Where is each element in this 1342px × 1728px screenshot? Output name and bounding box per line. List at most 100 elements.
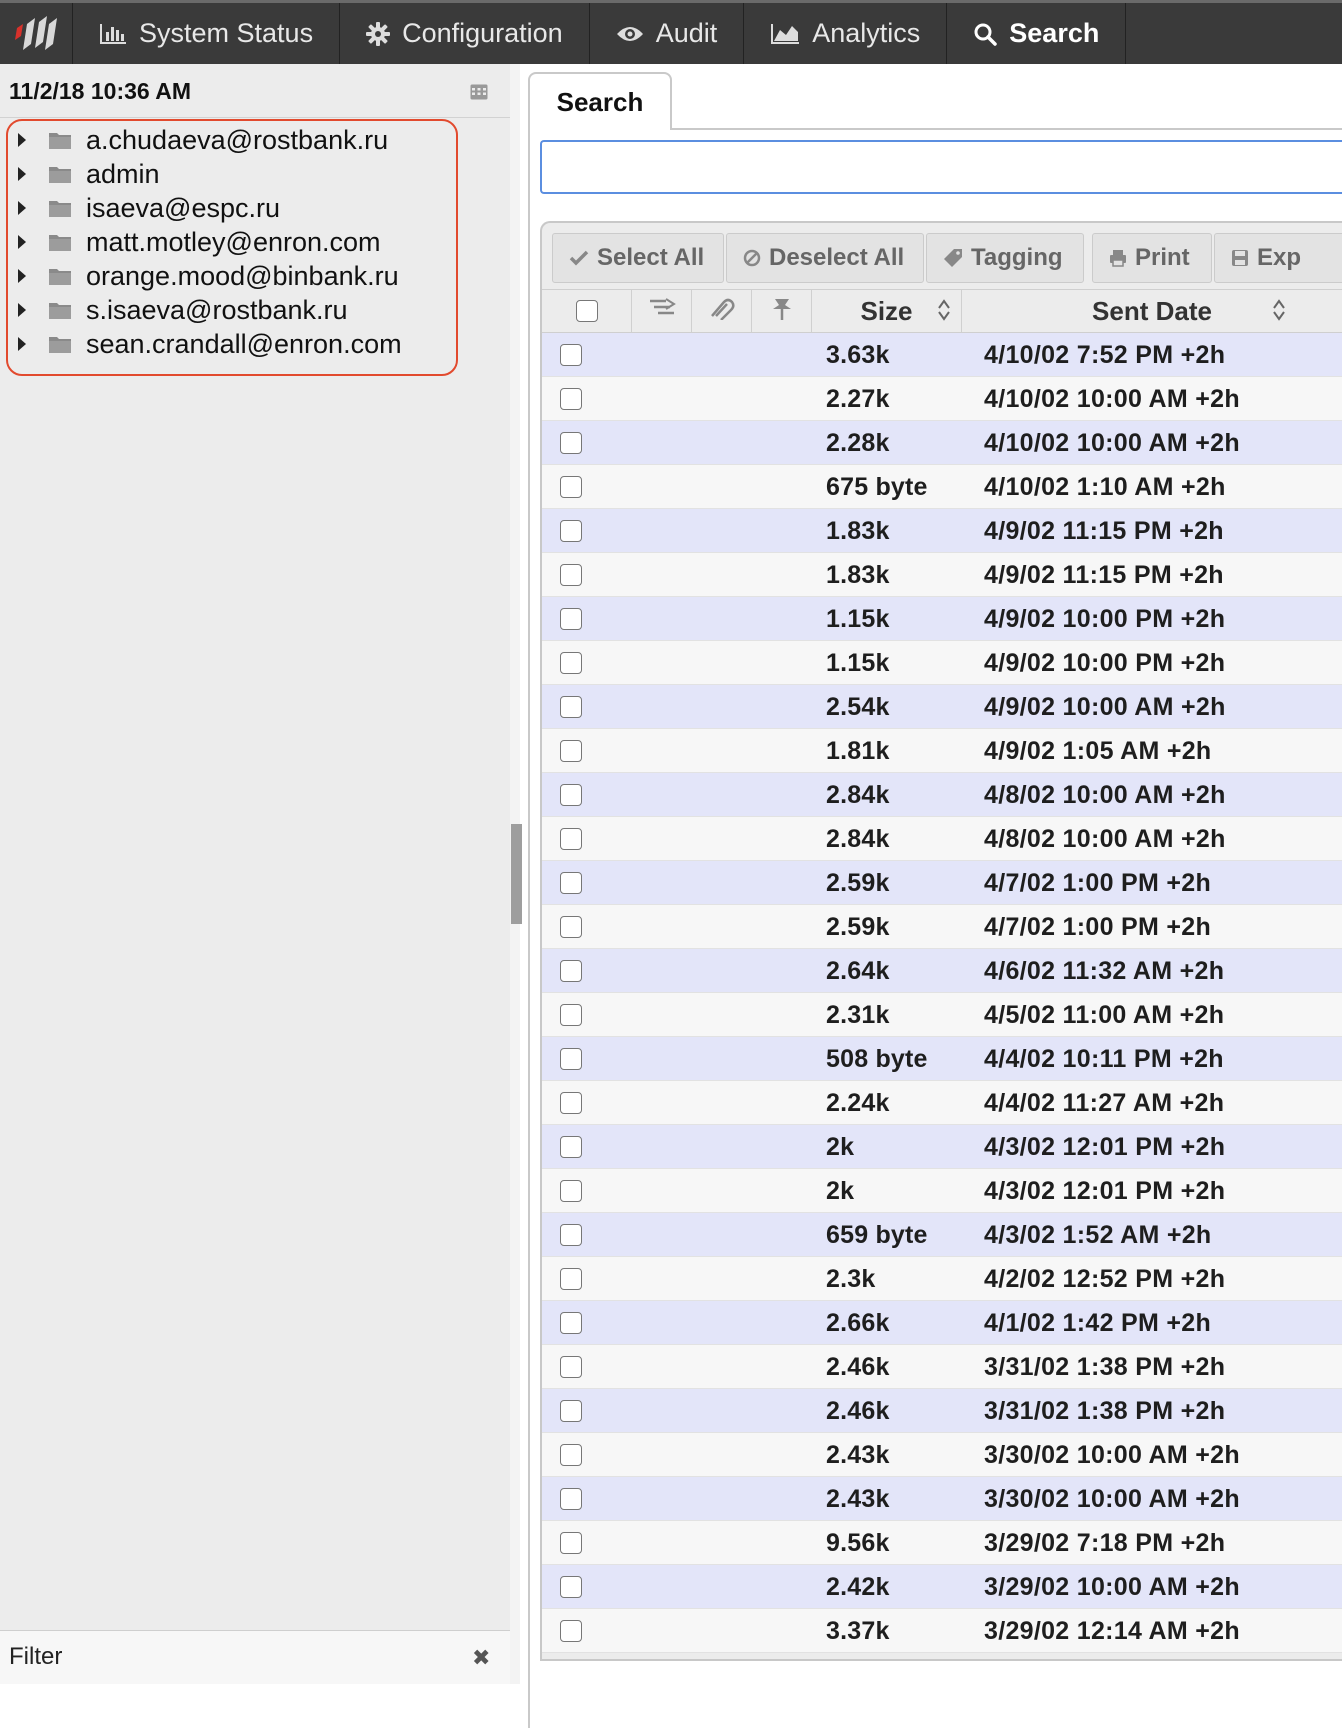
row-checkbox[interactable]	[560, 740, 582, 762]
tree-item[interactable]: s.isaeva@rostbank.ru	[8, 292, 458, 328]
table-row[interactable]: 2.84k 4/8/02 10:00 AM +2h	[542, 817, 1342, 861]
row-checkbox[interactable]	[560, 1312, 582, 1334]
sort-icon[interactable]	[937, 298, 951, 322]
nav-configuration[interactable]: Configuration	[340, 3, 590, 64]
expand-caret-icon[interactable]	[18, 133, 26, 147]
row-checkbox[interactable]	[560, 476, 582, 498]
calendar-icon[interactable]	[470, 84, 488, 105]
row-checkbox[interactable]	[560, 1400, 582, 1422]
row-checkbox[interactable]	[560, 1356, 582, 1378]
splitter-handle[interactable]	[511, 824, 522, 924]
table-row[interactable]: 2.84k 4/8/02 10:00 AM +2h	[542, 773, 1342, 817]
tree-item[interactable]: orange.mood@binbank.ru	[8, 258, 458, 294]
expand-caret-icon[interactable]	[18, 303, 26, 317]
row-checkbox[interactable]	[560, 1004, 582, 1026]
row-checkbox[interactable]	[560, 432, 582, 454]
row-checkbox[interactable]	[560, 388, 582, 410]
row-checkbox[interactable]	[560, 520, 582, 542]
tree-item[interactable]: matt.motley@enron.com	[8, 224, 458, 260]
header-priority-col[interactable]	[632, 290, 692, 332]
table-row[interactable]: 2.59k 4/7/02 1:00 PM +2h	[542, 861, 1342, 905]
row-checkbox[interactable]	[560, 1488, 582, 1510]
nav-analytics[interactable]: Analytics	[744, 3, 948, 64]
clear-filter-icon[interactable]: ✖	[472, 1645, 490, 1671]
table-row[interactable]: 2.42k 3/29/02 10:00 AM +2h	[542, 1565, 1342, 1609]
row-checkbox[interactable]	[560, 916, 582, 938]
sent-date-cell: 4/10/02 10:00 AM +2h	[984, 429, 1240, 457]
deselect-all-button[interactable]: Deselect All	[726, 233, 924, 283]
expand-caret-icon[interactable]	[18, 201, 26, 215]
tagging-button[interactable]: Tagging	[926, 233, 1084, 283]
row-checkbox[interactable]	[560, 784, 582, 806]
nav-search[interactable]: Search	[947, 3, 1127, 64]
select-all-checkbox[interactable]	[575, 300, 598, 322]
table-row[interactable]: 2.27k 4/10/02 10:00 AM +2h	[542, 377, 1342, 421]
export-button[interactable]: Exp	[1214, 233, 1342, 283]
header-flag-col[interactable]	[752, 290, 812, 332]
tab-search[interactable]: Search	[528, 72, 672, 130]
nav-audit[interactable]: Audit	[590, 3, 745, 64]
table-row[interactable]: 2.59k 4/7/02 1:00 PM +2h	[542, 905, 1342, 949]
row-checkbox[interactable]	[560, 1444, 582, 1466]
app-logo[interactable]	[0, 3, 73, 64]
header-attachment-col[interactable]	[692, 290, 752, 332]
header-sent-date[interactable]: Sent Date	[962, 290, 1342, 332]
row-checkbox[interactable]	[560, 1532, 582, 1554]
row-checkbox[interactable]	[560, 652, 582, 674]
row-checkbox[interactable]	[560, 828, 582, 850]
header-size[interactable]: Size	[812, 290, 962, 332]
tree-item[interactable]: isaeva@espc.ru	[8, 190, 458, 226]
table-row[interactable]: 2.3k 4/2/02 12:52 PM +2h	[542, 1257, 1342, 1301]
row-checkbox[interactable]	[560, 344, 582, 366]
row-checkbox[interactable]	[560, 1620, 582, 1642]
table-row[interactable]: 1.15k 4/9/02 10:00 PM +2h	[542, 597, 1342, 641]
tree-item[interactable]: admin	[8, 156, 458, 192]
table-row[interactable]: 659 byte 4/3/02 1:52 AM +2h	[542, 1213, 1342, 1257]
tree-item[interactable]: a.chudaeva@rostbank.ru	[8, 122, 458, 158]
tree-item[interactable]: sean.crandall@enron.com	[8, 326, 458, 362]
row-checkbox[interactable]	[560, 1048, 582, 1070]
table-row[interactable]: 675 byte 4/10/02 1:10 AM +2h	[542, 465, 1342, 509]
table-row[interactable]: 2k 4/3/02 12:01 PM +2h	[542, 1125, 1342, 1169]
table-row[interactable]: 2.46k 3/31/02 1:38 PM +2h	[542, 1345, 1342, 1389]
table-row[interactable]: 3.63k 4/10/02 7:52 PM +2h	[542, 333, 1342, 377]
table-row[interactable]: 2.43k 3/30/02 10:00 AM +2h	[542, 1477, 1342, 1521]
table-row[interactable]: 9.56k 3/29/02 7:18 PM +2h	[542, 1521, 1342, 1565]
table-row[interactable]: 2.24k 4/4/02 11:27 AM +2h	[542, 1081, 1342, 1125]
row-checkbox[interactable]	[560, 872, 582, 894]
nav-system-status[interactable]: System Status	[73, 3, 341, 64]
table-row[interactable]: 2.66k 4/1/02 1:42 PM +2h	[542, 1301, 1342, 1345]
filter-input[interactable]	[0, 1631, 460, 1683]
row-checkbox[interactable]	[560, 608, 582, 630]
expand-caret-icon[interactable]	[18, 167, 26, 181]
table-row[interactable]: 2.54k 4/9/02 10:00 AM +2h	[542, 685, 1342, 729]
table-row[interactable]: 2.28k 4/10/02 10:00 AM +2h	[542, 421, 1342, 465]
expand-caret-icon[interactable]	[18, 337, 26, 351]
row-checkbox[interactable]	[560, 696, 582, 718]
row-checkbox[interactable]	[560, 1092, 582, 1114]
table-row[interactable]: 1.81k 4/9/02 1:05 AM +2h	[542, 729, 1342, 773]
table-row[interactable]: 2.46k 3/31/02 1:38 PM +2h	[542, 1389, 1342, 1433]
table-row[interactable]: 2.31k 4/5/02 11:00 AM +2h	[542, 993, 1342, 1037]
table-row[interactable]: 1.15k 4/9/02 10:00 PM +2h	[542, 641, 1342, 685]
expand-caret-icon[interactable]	[18, 235, 26, 249]
row-checkbox[interactable]	[560, 960, 582, 982]
row-checkbox[interactable]	[560, 1576, 582, 1598]
row-checkbox[interactable]	[560, 1136, 582, 1158]
table-row[interactable]: 1.83k 4/9/02 11:15 PM +2h	[542, 509, 1342, 553]
select-all-button[interactable]: Select All	[552, 233, 724, 283]
table-row[interactable]: 3.37k 3/29/02 12:14 AM +2h	[542, 1609, 1342, 1653]
search-query-input[interactable]	[540, 140, 1342, 194]
table-row[interactable]: 2k 4/3/02 12:01 PM +2h	[542, 1169, 1342, 1213]
expand-caret-icon[interactable]	[18, 269, 26, 283]
table-row[interactable]: 1.83k 4/9/02 11:15 PM +2h	[542, 553, 1342, 597]
row-checkbox[interactable]	[560, 564, 582, 586]
table-row[interactable]: 2.43k 3/30/02 10:00 AM +2h	[542, 1433, 1342, 1477]
sort-icon[interactable]	[1272, 298, 1286, 322]
row-checkbox[interactable]	[560, 1180, 582, 1202]
row-checkbox[interactable]	[560, 1224, 582, 1246]
table-row[interactable]: 2.64k 4/6/02 11:32 AM +2h	[542, 949, 1342, 993]
row-checkbox[interactable]	[560, 1268, 582, 1290]
print-button[interactable]: Print	[1092, 233, 1212, 283]
table-row[interactable]: 508 byte 4/4/02 10:11 PM +2h	[542, 1037, 1342, 1081]
